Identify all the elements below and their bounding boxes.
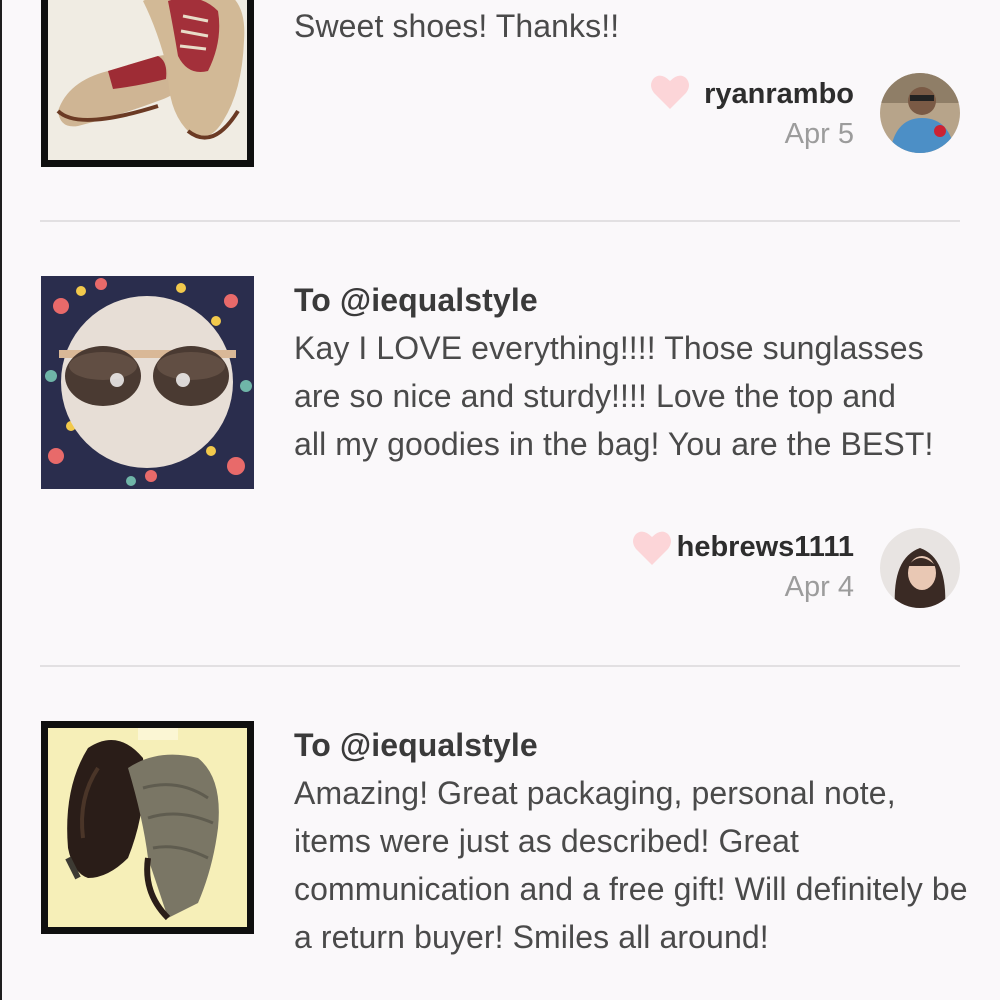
review-body: Kay I LOVE everything!!!! Those sunglass… xyxy=(294,330,934,462)
reviewer-meta: ryanrambo Apr 5 xyxy=(704,74,854,154)
review-body: Amazing! Great packaging, personal note,… xyxy=(294,775,968,955)
reviewer-username[interactable]: hebrews1111 xyxy=(677,527,854,567)
review-item: Sweet shoes! Thanks!! ryanrambo Apr 5 xyxy=(0,0,1000,222)
saddle-shoes-image xyxy=(48,0,247,160)
sunglasses-photo[interactable] xyxy=(41,276,254,489)
review-date: Apr 4 xyxy=(784,571,854,603)
avatar-image xyxy=(880,73,960,153)
review-recipient[interactable]: To @iequalstyle xyxy=(294,276,974,324)
review-item: To @iequalstyle Amazing! Great packaging… xyxy=(0,667,1000,1000)
user-avatar-photo[interactable] xyxy=(880,528,960,608)
avatar-image xyxy=(880,528,960,608)
user-avatar-photo[interactable] xyxy=(880,73,960,153)
heart-icon[interactable] xyxy=(650,73,690,111)
review-feed: Sweet shoes! Thanks!! ryanrambo Apr 5 To… xyxy=(0,0,1000,1000)
reviewer-username[interactable]: ryanrambo xyxy=(704,74,854,114)
heart-icon[interactable] xyxy=(632,529,672,567)
saddle-shoes-photo[interactable] xyxy=(41,0,254,167)
review-item: To @iequalstyle Kay I LOVE everything!!!… xyxy=(0,222,1000,666)
review-text: Sweet shoes! Thanks!! xyxy=(294,2,974,50)
reviewer-meta: hebrews1111 Apr 4 xyxy=(677,527,854,607)
sunglasses-image xyxy=(41,276,254,489)
fur-trapper-hat-image xyxy=(48,728,247,927)
fur-trapper-hat-photo[interactable] xyxy=(41,721,254,934)
review-recipient[interactable]: To @iequalstyle xyxy=(294,721,974,769)
review-date: Apr 5 xyxy=(784,118,854,150)
review-text: To @iequalstyle Kay I LOVE everything!!!… xyxy=(294,276,974,468)
review-body: Sweet shoes! Thanks!! xyxy=(294,8,620,44)
review-text: To @iequalstyle Amazing! Great packaging… xyxy=(294,721,974,961)
